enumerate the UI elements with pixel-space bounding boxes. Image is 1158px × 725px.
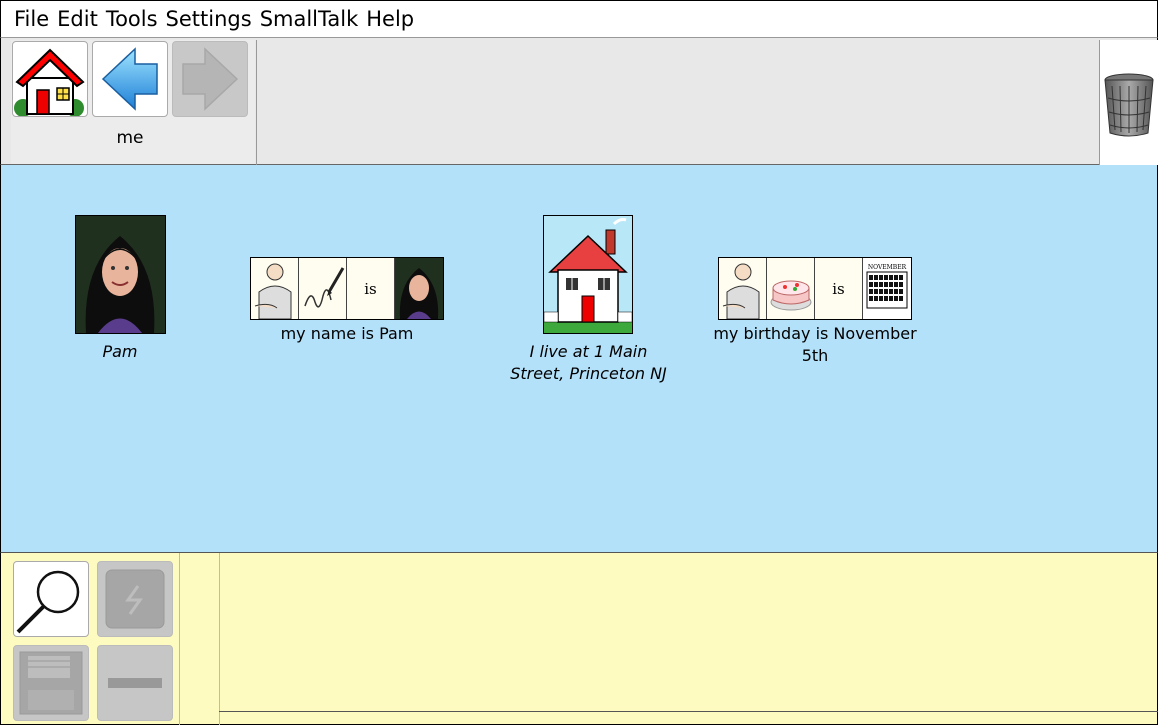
sentence-bar-line [219, 711, 1158, 712]
address-picture [543, 215, 633, 334]
pam-caption: Pam [102, 342, 138, 361]
back-arrow-icon [101, 47, 158, 111]
is-cell: is [347, 258, 395, 319]
address-caption: I live at 1 Main Street, Princeton NJ [510, 342, 667, 383]
person-icon [722, 263, 760, 320]
photo-of-pam [76, 216, 165, 333]
calendar-cell: NOVEMBER [863, 258, 911, 319]
is-cell-2: is [815, 258, 863, 319]
save-button[interactable] [13, 645, 89, 721]
toolbar: me [0, 38, 1158, 165]
edit-disabled-icon [105, 569, 165, 629]
birthday-strip: is NOVEMBER [718, 257, 912, 320]
menu-file[interactable]: File [14, 7, 49, 31]
nav-label: me [116, 128, 144, 148]
edit-button[interactable] [97, 561, 173, 637]
menu-bar: File Edit Tools Settings SmallTalk Help [0, 0, 1158, 38]
delete-disabled-icon [108, 678, 162, 688]
november-calendar-icon [866, 271, 908, 309]
my-name-strip: is [250, 257, 444, 320]
photo-of-pam-small [399, 268, 439, 319]
back-button[interactable] [92, 41, 168, 117]
pam-small-cell [395, 258, 443, 319]
home-button[interactable] [12, 41, 88, 117]
pam-photo [75, 215, 166, 334]
menu-edit[interactable]: Edit [57, 7, 98, 31]
signature-cell [299, 258, 347, 319]
delete-button[interactable] [97, 645, 173, 721]
menu-help[interactable]: Help [366, 7, 414, 31]
person-cell-2 [719, 258, 767, 320]
birthday-caption: my birthday is November 5th [713, 324, 917, 365]
house-icon [14, 48, 85, 117]
forward-arrow-icon [182, 47, 239, 111]
birthday-cake-icon [770, 280, 812, 311]
person-icon [254, 263, 292, 320]
person-cell [251, 258, 299, 320]
toolbar-divider [256, 40, 257, 165]
menu-settings[interactable]: Settings [166, 7, 252, 31]
signature-icon [304, 267, 345, 308]
main-board: Pam is my name is Pam I live at 1 Main S… [0, 165, 1158, 553]
trash-button[interactable] [1099, 40, 1158, 165]
bottom-panel [0, 553, 1158, 725]
magnifier-icon [16, 570, 80, 634]
forward-button[interactable] [172, 41, 248, 117]
save-disabled-icon [19, 651, 83, 715]
bottom-divider [219, 553, 220, 725]
my-name-caption: my name is Pam [280, 324, 414, 343]
cake-cell [767, 258, 815, 319]
menu-smalltalk[interactable]: SmallTalk [260, 7, 359, 31]
trash-can-icon [1104, 73, 1154, 137]
search-button[interactable] [13, 561, 89, 637]
house-icon [543, 218, 633, 333]
bottom-divider [179, 553, 180, 725]
menu-tools[interactable]: Tools [106, 7, 158, 31]
